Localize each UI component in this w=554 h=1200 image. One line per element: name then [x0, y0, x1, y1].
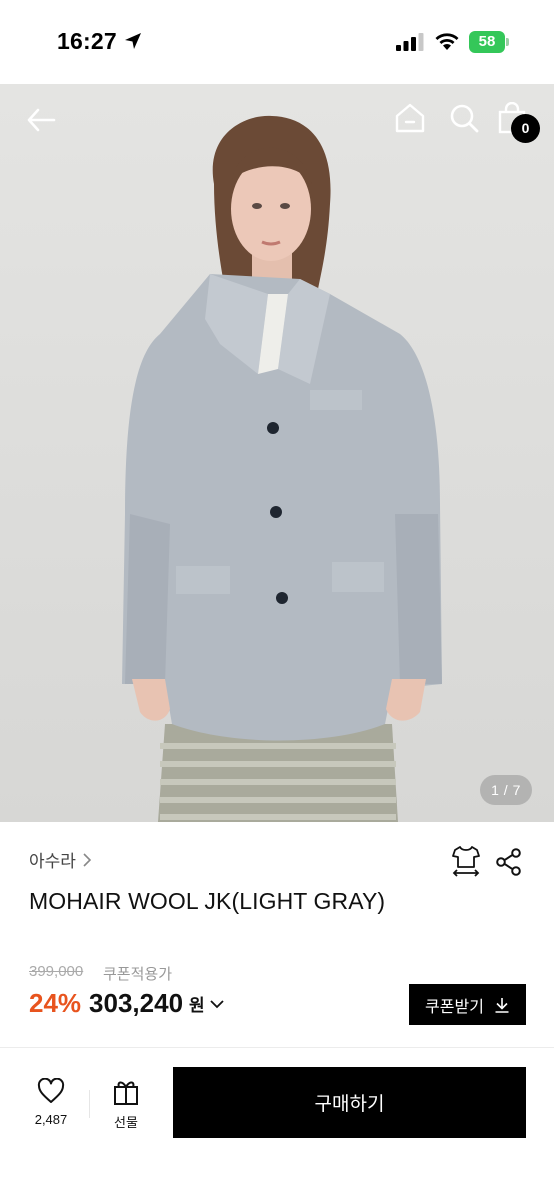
battery-indicator: 58	[469, 31, 509, 53]
image-page-indicator: 1 / 7	[480, 775, 532, 805]
gift-label: 선물	[114, 1115, 138, 1130]
status-time: 16:27	[57, 28, 117, 54]
get-coupon-button[interactable]: 쿠폰받기	[409, 984, 526, 1025]
download-icon	[495, 997, 509, 1013]
product-image-gallery[interactable]: 0 1 / 7	[0, 84, 554, 822]
original-price: 399,000	[29, 963, 84, 980]
chevron-right-icon	[83, 852, 92, 867]
discount-rate: 24%	[29, 988, 82, 1018]
battery-level: 58	[478, 33, 496, 50]
gift-button[interactable]: 선물	[100, 1078, 152, 1138]
size-guide-icon[interactable]	[451, 845, 481, 877]
like-count: 2,487	[34, 1112, 68, 1127]
like-button[interactable]: 2,487	[24, 1078, 78, 1138]
heart-icon	[37, 1078, 65, 1103]
signal-icon	[396, 33, 424, 51]
product-name: MOHAIR WOOL JK(LIGHT GRAY)	[29, 888, 386, 914]
brand-name: 아수라	[29, 852, 76, 871]
currency-label: 원	[189, 996, 205, 1015]
status-bar: 16:27 58	[0, 0, 554, 84]
coupon-price-note: 쿠폰적용가	[103, 966, 173, 983]
back-arrow-icon[interactable]	[24, 106, 60, 134]
brand-link[interactable]: 아수라	[29, 847, 92, 872]
share-icon[interactable]	[496, 848, 522, 876]
chevron-down-icon[interactable]	[210, 999, 224, 1009]
wifi-icon	[435, 33, 459, 50]
location-arrow-icon	[125, 33, 141, 49]
cart-count-badge: 0	[511, 114, 540, 143]
section-divider	[0, 1047, 554, 1048]
search-icon[interactable]	[448, 102, 480, 134]
gift-icon	[114, 1081, 138, 1105]
home-icon[interactable]	[393, 102, 427, 134]
get-coupon-label: 쿠폰받기	[425, 998, 484, 1016]
sale-price: 303,240	[89, 988, 184, 1018]
product-photo	[122, 115, 442, 822]
price-row[interactable]: 24% 303,240 원	[29, 988, 224, 1019]
buy-button[interactable]: 구매하기	[173, 1067, 526, 1138]
bottom-bar-separator	[89, 1090, 90, 1118]
